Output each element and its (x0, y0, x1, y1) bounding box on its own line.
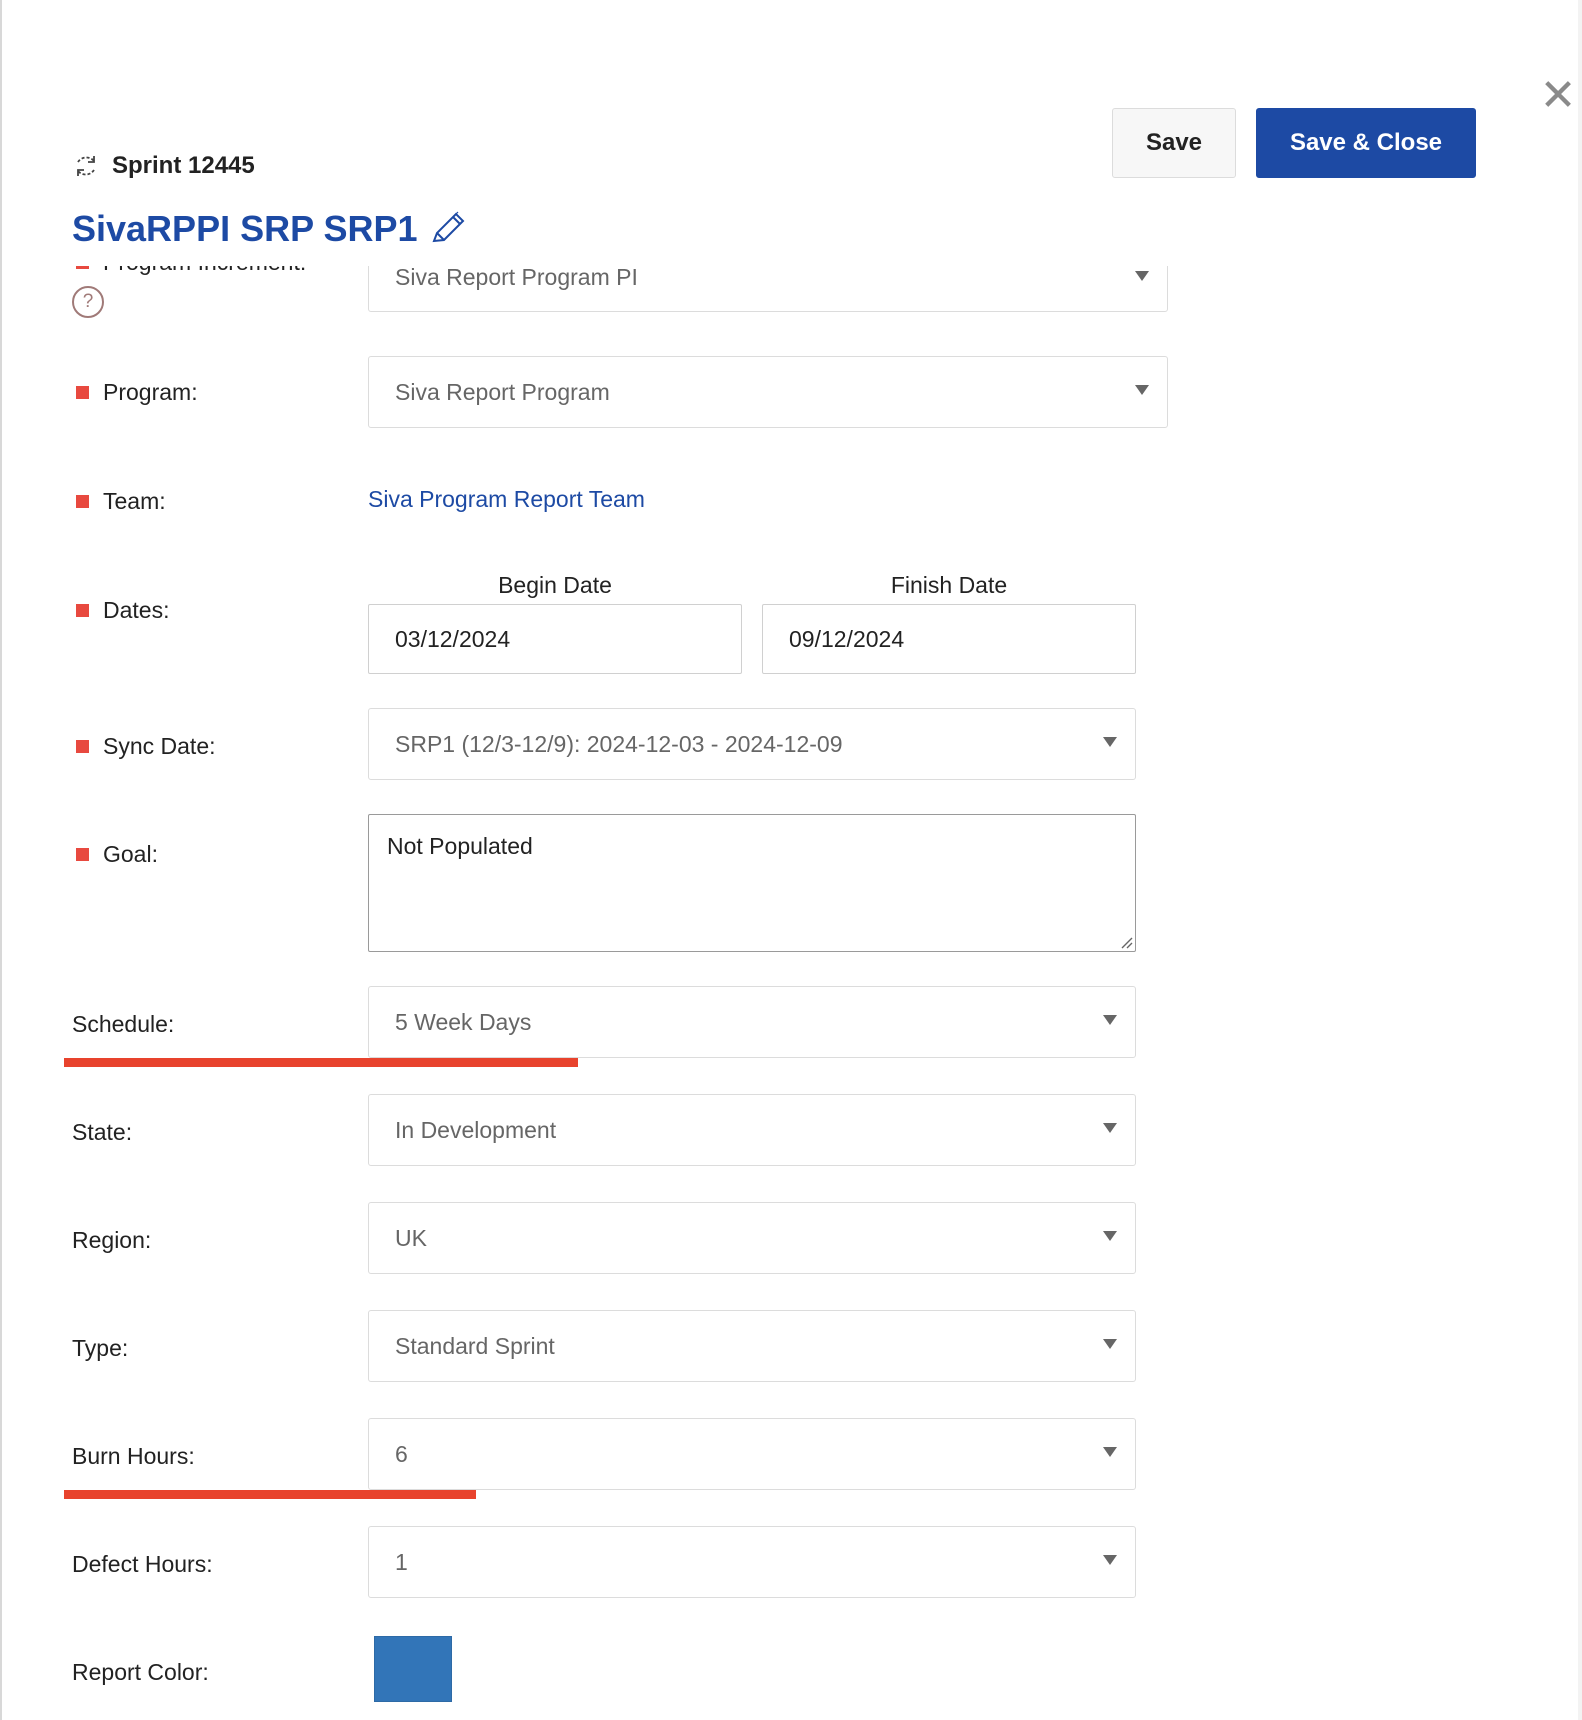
state-select[interactable]: In Development (368, 1094, 1136, 1166)
team-link[interactable]: Siva Program Report Team (368, 486, 645, 513)
program-select[interactable]: Siva Report Program (368, 356, 1168, 428)
chevron-down-icon (1103, 1231, 1117, 1241)
required-marker (76, 266, 89, 269)
defect-hours-label-text: Defect Hours: (72, 1550, 213, 1577)
type-select[interactable]: Standard Sprint (368, 1310, 1136, 1382)
help-icon[interactable]: ? (72, 286, 104, 318)
program-value: Siva Report Program (395, 378, 610, 405)
begin-date-header: Begin Date (498, 572, 612, 598)
chevron-down-icon (1135, 271, 1149, 281)
chevron-down-icon (1103, 1339, 1117, 1349)
type-label-text: Type: (72, 1334, 129, 1361)
dates-label-text: Dates: (103, 596, 170, 623)
state-label-text: State: (72, 1118, 133, 1145)
finish-date-header: Finish Date (890, 572, 1008, 598)
burn-hours-value: 6 (395, 1440, 408, 1467)
region-label-text: Region: (72, 1226, 152, 1253)
sprint-label: Sprint 12445 (72, 150, 255, 182)
region-value: UK (395, 1224, 427, 1251)
report-color-label: Report Color: (72, 1656, 209, 1688)
resize-handle-icon[interactable] (1117, 933, 1133, 949)
annotation-underline (64, 1490, 476, 1499)
begin-date-input[interactable]: 03/12/2024 (368, 604, 742, 674)
finish-date-input[interactable]: 09/12/2024 (762, 604, 1136, 674)
state-value: In Development (395, 1116, 557, 1143)
chevron-down-icon (1135, 385, 1149, 395)
program-label: Program: (76, 376, 198, 408)
report-color-swatch[interactable] (374, 1636, 452, 1702)
chevron-down-icon (1103, 1447, 1117, 1457)
region-select[interactable]: UK (368, 1202, 1136, 1274)
chevron-down-icon (1103, 1123, 1117, 1133)
sync-icon (77, 156, 95, 176)
save-close-button[interactable]: Save & Close (1256, 108, 1476, 178)
type-value: Standard Sprint (395, 1332, 555, 1359)
required-marker (76, 739, 89, 753)
page-title: SivaRPPI SRP SRP1 (72, 206, 468, 252)
page-title-text: SivaRPPI SRP SRP1 (72, 208, 418, 249)
sprint-edit-dialog: ✕ Save Save & Close Sprint 12445 SivaRPP… (2, 0, 1578, 1720)
begin-date-value: 03/12/2024 (395, 625, 511, 652)
program-increment-label: Program Increment: (76, 266, 306, 278)
required-marker (76, 603, 89, 617)
sprint-label-text: Sprint 12445 (112, 152, 255, 179)
program-increment-label-text: Program Increment: (103, 266, 306, 276)
sync-date-value: SRP1 (12/3-12/9): 2024-12-03 - 2024-12-0… (395, 730, 843, 757)
schedule-label: Schedule: (72, 1008, 174, 1040)
chevron-down-icon (1103, 737, 1117, 747)
sync-date-label: Sync Date: (76, 730, 216, 762)
program-increment-value: Siva Report Program PI (395, 266, 638, 290)
program-increment-select[interactable]: Siva Report Program PI (368, 266, 1168, 312)
report-color-label-text: Report Color: (72, 1658, 209, 1685)
required-marker (76, 385, 89, 399)
sync-date-label-text: Sync Date: (103, 732, 216, 759)
type-label: Type: (72, 1332, 128, 1364)
chevron-down-icon (1103, 1555, 1117, 1565)
form-scroll-area: Program Increment: ? Siva Report Program… (2, 266, 1578, 1720)
region-label: Region: (72, 1224, 151, 1256)
defect-hours-select[interactable]: 1 (368, 1526, 1136, 1598)
state-label: State: (72, 1116, 132, 1148)
defect-hours-label: Defect Hours: (72, 1548, 213, 1580)
finish-date-value: 09/12/2024 (789, 625, 905, 652)
schedule-label-text: Schedule: (72, 1010, 175, 1037)
goal-textarea[interactable]: Not Populated (368, 814, 1136, 952)
burn-hours-select[interactable]: 6 (368, 1418, 1136, 1490)
goal-label-text: Goal: (103, 840, 158, 867)
burn-hours-label: Burn Hours: (72, 1440, 195, 1472)
chevron-down-icon (1103, 1015, 1117, 1025)
sync-date-select[interactable]: SRP1 (12/3-12/9): 2024-12-03 - 2024-12-0… (368, 708, 1136, 780)
schedule-select[interactable]: 5 Week Days (368, 986, 1136, 1058)
schedule-value: 5 Week Days (395, 1008, 532, 1035)
close-icon[interactable]: ✕ (1538, 74, 1578, 118)
annotation-underline (64, 1058, 578, 1067)
defect-hours-value: 1 (395, 1548, 408, 1575)
save-button[interactable]: Save (1112, 108, 1236, 178)
burn-hours-label-text: Burn Hours: (72, 1442, 195, 1469)
required-marker (76, 494, 89, 508)
goal-value: Not Populated (387, 833, 533, 859)
dates-label: Dates: (76, 594, 169, 626)
team-label-text: Team: (103, 487, 166, 514)
required-marker (76, 847, 89, 861)
pencil-icon[interactable] (428, 209, 468, 249)
team-label: Team: (76, 485, 166, 517)
goal-label: Goal: (76, 838, 158, 870)
program-label-text: Program: (103, 378, 198, 405)
